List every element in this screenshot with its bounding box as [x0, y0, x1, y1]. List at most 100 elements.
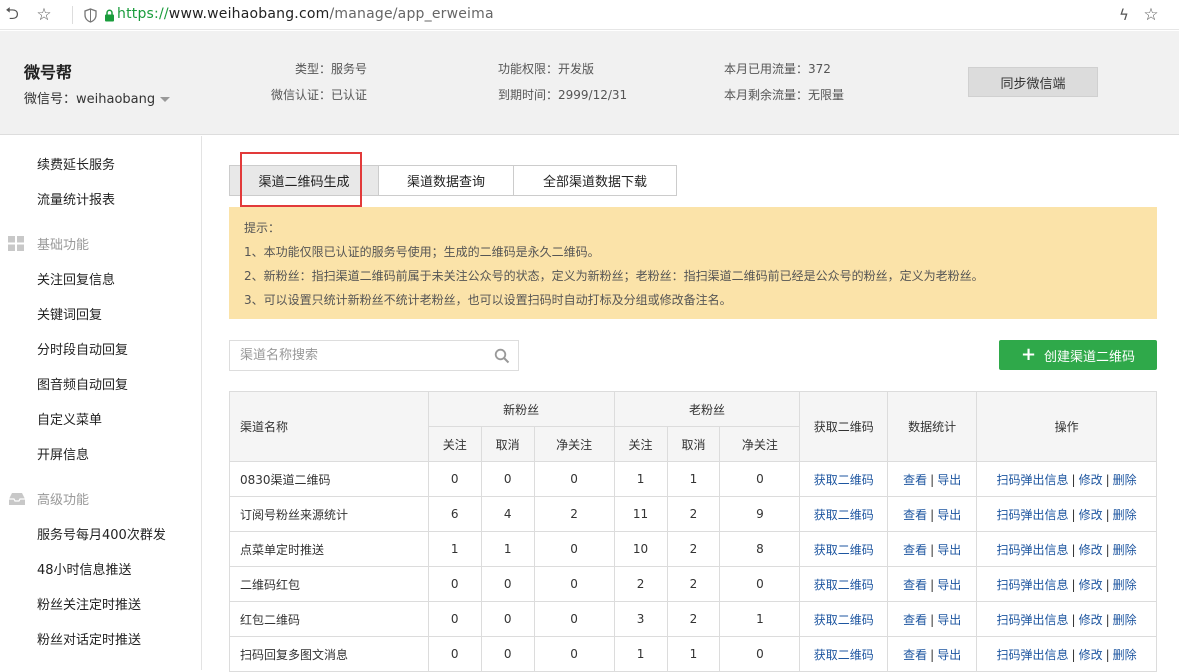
separator: | — [1071, 612, 1076, 627]
delete-link[interactable]: 删除 — [1113, 508, 1137, 522]
back-icon[interactable]: ⮌ — [2, 4, 22, 25]
new-cancel: 0 — [480, 636, 535, 672]
tab-download-all[interactable]: 全部渠道数据下载 — [513, 165, 677, 196]
view-link[interactable]: 查看 — [903, 613, 927, 627]
favorite-star-icon[interactable]: ☆ — [1141, 5, 1161, 25]
col-header-old-follow: 关注 — [613, 426, 668, 462]
sidebar-group-label: 基础功能 — [37, 238, 90, 253]
table-row: 二维码红包 0 0 0 2 2 0 获取二维码 查看 | 导出 扫码弹出信息 | 修改 |… — [229, 566, 1157, 602]
edit-link[interactable]: 修改 — [1079, 613, 1103, 627]
view-link[interactable]: 查看 — [903, 473, 927, 487]
export-link[interactable]: 导出 — [937, 543, 961, 557]
new-follow: 0 — [427, 461, 482, 497]
lock-icon — [99, 5, 119, 25]
popup-info-link[interactable]: 扫码弹出信息 — [997, 508, 1069, 522]
view-link[interactable]: 查看 — [903, 543, 927, 557]
new-net: 2 — [533, 496, 615, 532]
popup-info-link[interactable]: 扫码弹出信息 — [997, 648, 1069, 662]
popup-info-link[interactable]: 扫码弹出信息 — [997, 543, 1069, 557]
edit-link[interactable]: 修改 — [1079, 508, 1103, 522]
col-header-new-cancel: 取消 — [480, 426, 535, 462]
export-link[interactable]: 导出 — [937, 508, 961, 522]
stats-cell: 查看 | 导出 — [887, 461, 978, 497]
tip-box: 提示： 1、本功能仅限已认证的服务号使用；生成的二维码是永久二维码。 2、新粉丝… — [229, 207, 1157, 319]
sidebar-item-traffic-report[interactable]: 流量统计报表 — [37, 189, 115, 208]
search-input[interactable] — [230, 341, 480, 370]
address-bar[interactable]: https://www.weihaobang.com/manage/app_er… — [117, 6, 494, 22]
separator: | — [1105, 577, 1110, 592]
wechat-id: 微信号：weihaobang — [24, 92, 156, 107]
account-header: 微号帮 微信号：weihaobang 类型：服务号 微信认证：已认证 功能权限：… — [0, 31, 1179, 135]
popup-info-link[interactable]: 扫码弹出信息 — [997, 613, 1069, 627]
col-header-get-qr: 获取二维码 — [799, 391, 889, 462]
new-cancel: 0 — [480, 566, 535, 602]
get-qr-link[interactable]: 获取二维码 — [814, 543, 874, 557]
old-cancel: 2 — [666, 601, 721, 637]
delete-link[interactable]: 删除 — [1113, 613, 1137, 627]
old-net: 0 — [719, 636, 801, 672]
sidebar-item-chat-timed-push[interactable]: 粉丝对话定时推送 — [37, 629, 141, 648]
view-link[interactable]: 查看 — [903, 578, 927, 592]
sidebar-item-follow-reply[interactable]: 关注回复信息 — [37, 269, 115, 288]
traffic-remaining: 本月剩余流量：无限量 — [724, 88, 845, 102]
popup-info-link[interactable]: 扫码弹出信息 — [997, 578, 1069, 592]
new-follow: 0 — [427, 636, 482, 672]
popup-info-link[interactable]: 扫码弹出信息 — [997, 473, 1069, 487]
tip-line: 2、新粉丝：指扫渠道二维码前属于未关注公众号的状态，定义为新粉丝；老粉丝：指扫渠… — [244, 269, 984, 283]
channel-name: 二维码红包 — [229, 566, 429, 602]
delete-link[interactable]: 删除 — [1113, 578, 1137, 592]
new-cancel: 4 — [480, 496, 535, 532]
get-qr-link[interactable]: 获取二维码 — [814, 508, 874, 522]
tab-data-query[interactable]: 渠道数据查询 — [378, 165, 514, 196]
delete-link[interactable]: 删除 — [1113, 473, 1137, 487]
delete-link[interactable]: 删除 — [1113, 648, 1137, 662]
export-link[interactable]: 导出 — [937, 648, 961, 662]
sidebar-item-48h-push[interactable]: 48小时信息推送 — [37, 559, 132, 578]
sidebar-item-keyword-reply[interactable]: 关键词回复 — [37, 304, 102, 323]
stats-cell: 查看 | 导出 — [887, 601, 978, 637]
get-qr-link[interactable]: 获取二维码 — [814, 613, 874, 627]
sidebar-item-custom-menu[interactable]: 自定义菜单 — [37, 409, 102, 428]
tab-generate-qr[interactable]: 渠道二维码生成 — [229, 165, 379, 196]
view-link[interactable]: 查看 — [903, 508, 927, 522]
old-follow: 10 — [613, 531, 668, 567]
edit-link[interactable]: 修改 — [1079, 648, 1103, 662]
edit-link[interactable]: 修改 — [1079, 543, 1103, 557]
sidebar-item-media-reply[interactable]: 图音频自动回复 — [37, 374, 128, 393]
toolbar-divider — [72, 6, 73, 24]
get-qr-link[interactable]: 获取二维码 — [814, 578, 874, 592]
lightning-icon[interactable]: ϟ — [1114, 5, 1134, 25]
bookmark-star-icon[interactable]: ☆ — [34, 5, 54, 25]
plus-icon: + — [1020, 344, 1037, 365]
sidebar-item-timed-reply[interactable]: 分时段自动回复 — [37, 339, 128, 358]
get-qr-link[interactable]: 获取二维码 — [814, 648, 874, 662]
delete-link[interactable]: 删除 — [1113, 543, 1137, 557]
separator: | — [930, 542, 935, 557]
separator: | — [1105, 612, 1110, 627]
sync-wechat-button[interactable]: 同步微信端 — [968, 67, 1098, 97]
new-follow: 0 — [427, 601, 482, 637]
account-switcher[interactable]: 微信号：weihaobang — [24, 88, 171, 107]
col-header-old-net: 净关注 — [719, 426, 801, 462]
new-net: 0 — [533, 461, 615, 497]
edit-link[interactable]: 修改 — [1079, 578, 1103, 592]
export-link[interactable]: 导出 — [937, 613, 961, 627]
old-net: 8 — [719, 531, 801, 567]
search-icon[interactable] — [494, 348, 510, 364]
col-header-new-follow: 关注 — [427, 426, 482, 462]
ops-cell: 扫码弹出信息 | 修改 | 删除 — [976, 566, 1157, 602]
export-link[interactable]: 导出 — [937, 578, 961, 592]
sidebar-item-mass-send[interactable]: 服务号每月400次群发 — [37, 524, 166, 543]
create-channel-qr-button[interactable]: + 创建渠道二维码 — [999, 340, 1157, 370]
edit-link[interactable]: 修改 — [1079, 473, 1103, 487]
shield-icon[interactable] — [80, 5, 100, 25]
sidebar-item-splash-info[interactable]: 开屏信息 — [37, 444, 89, 463]
get-qr-link[interactable]: 获取二维码 — [814, 473, 874, 487]
tip-line: 1、本功能仅限已认证的服务号使用；生成的二维码是永久二维码。 — [244, 245, 600, 259]
export-link[interactable]: 导出 — [937, 473, 961, 487]
sidebar-item-renew[interactable]: 续费延长服务 — [37, 154, 115, 173]
sidebar-item-follow-timed-push[interactable]: 粉丝关注定时推送 — [37, 594, 141, 613]
old-follow: 11 — [613, 496, 668, 532]
old-cancel: 2 — [666, 496, 721, 532]
view-link[interactable]: 查看 — [903, 648, 927, 662]
